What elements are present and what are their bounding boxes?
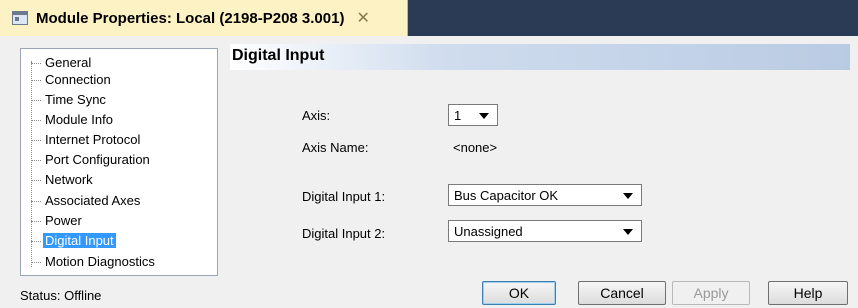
chevron-down-icon — [623, 229, 633, 235]
axis-name-value: <none> — [453, 140, 498, 155]
section-title: Digital Input — [232, 47, 325, 64]
digital-input-2-value: Unassigned — [454, 223, 523, 239]
axis-select-value: 1 — [454, 107, 462, 123]
cancel-button[interactable]: Cancel — [578, 281, 666, 305]
close-icon[interactable]: ✕ — [356, 8, 369, 28]
category-tree[interactable]: General Connection Time Sync Module Info… — [20, 48, 218, 276]
digital-input-2-label: Digital Input 2: — [302, 226, 386, 241]
nav-item-network[interactable]: Network — [31, 171, 95, 189]
nav-item-port-configuration[interactable]: Port Configuration — [31, 151, 152, 169]
ok-button[interactable]: OK — [482, 281, 556, 305]
axis-select[interactable]: 1 — [448, 104, 498, 126]
nav-item-associated-axes[interactable]: Associated Axes — [31, 192, 142, 210]
digital-input-1-label: Digital Input 1: — [302, 189, 386, 204]
nav-item-time-sync[interactable]: Time Sync — [31, 91, 108, 109]
axis-label: Axis: — [302, 108, 331, 123]
apply-button[interactable]: Apply — [672, 281, 750, 305]
nav-item-module-info[interactable]: Module Info — [31, 111, 115, 129]
digital-input-1-value: Bus Capacitor OK — [454, 187, 559, 203]
digital-input-2-select[interactable]: Unassigned — [448, 220, 642, 242]
axis-name-label: Axis Name: — [302, 140, 369, 155]
window-tab[interactable]: Module Properties: Local (2198-P208 3.00… — [0, 0, 408, 36]
nav-item-power[interactable]: Power — [31, 212, 84, 230]
nav-item-general[interactable]: General — [31, 54, 93, 72]
chevron-down-icon — [479, 113, 489, 119]
nav-item-connection[interactable]: Connection — [31, 71, 113, 89]
title-bar: Module Properties: Local (2198-P208 3.00… — [0, 0, 858, 36]
window-icon — [12, 11, 28, 25]
nav-item-internet-protocol[interactable]: Internet Protocol — [31, 131, 142, 149]
section-header: Digital Input — [230, 44, 850, 70]
help-button[interactable]: Help — [768, 281, 848, 305]
nav-item-motion-diagnostics[interactable]: Motion Diagnostics — [31, 253, 157, 271]
nav-item-digital-input[interactable]: Digital Input — [31, 232, 116, 250]
window-title: Module Properties: Local (2198-P208 3.00… — [36, 9, 345, 27]
chevron-down-icon — [623, 193, 633, 199]
digital-input-1-select[interactable]: Bus Capacitor OK — [448, 184, 642, 206]
status-text: Status: Offline — [20, 288, 102, 303]
